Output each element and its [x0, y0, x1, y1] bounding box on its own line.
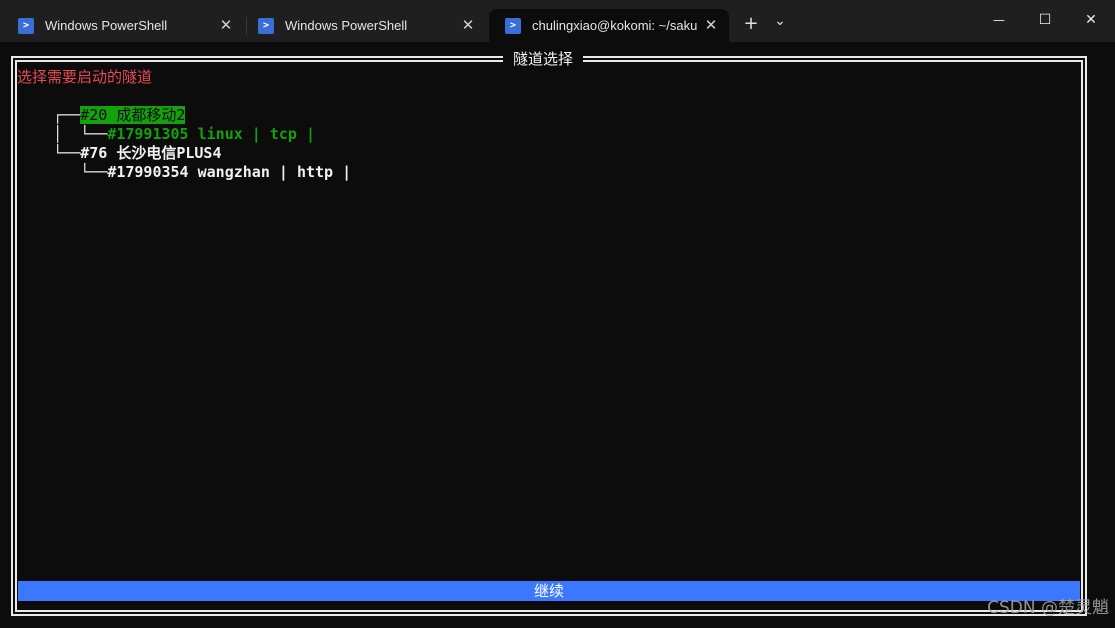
powershell-icon: >: [258, 17, 274, 34]
close-tab-icon[interactable]: ✕: [460, 17, 476, 33]
tab-title: chulingxiao@kokomi: ~/sakur: [532, 18, 697, 33]
minimize-button[interactable]: —: [976, 0, 1022, 40]
tab-dropdown-button[interactable]: ⌄: [770, 10, 790, 32]
dialog-prompt: 选择需要启动的隧道: [17, 68, 153, 86]
tunnel-entry[interactable]: #17990354 wangzhan | http |: [107, 163, 351, 181]
tree-branch: └─: [80, 163, 99, 181]
new-tab-button[interactable]: +: [740, 13, 762, 35]
continue-button[interactable]: 继续: [18, 581, 1080, 601]
tab-bar: > Windows PowerShell ✕ > Windows PowerSh…: [0, 0, 1115, 42]
dialog-title: 隧道选择: [503, 48, 584, 69]
powershell-icon: >: [505, 17, 521, 34]
powershell-icon: >: [18, 17, 34, 34]
tab-title: Windows PowerShell: [45, 18, 168, 33]
maximize-button[interactable]: ☐: [1022, 0, 1068, 40]
close-tab-icon[interactable]: ✕: [218, 17, 234, 33]
tree-child-1[interactable]: │ └──#17991305 linux | tcp |: [17, 106, 315, 143]
tab-chulingxiao[interactable]: > chulingxiao@kokomi: ~/sakur ✕: [489, 9, 729, 42]
tree-node-2[interactable]: └──#76 长沙电信PLUS4: [17, 125, 221, 162]
watermark: CSDN @楚灵魈: [987, 598, 1109, 618]
tree-child-2[interactable]: └──#17990354 wangzhan | http |: [17, 144, 351, 181]
tab-powershell-2[interactable]: > Windows PowerShell ✕: [242, 9, 486, 42]
close-tab-icon[interactable]: ✕: [703, 17, 719, 33]
tab-title: Windows PowerShell: [285, 18, 408, 33]
close-window-button[interactable]: ✕: [1068, 0, 1114, 40]
tree-node-1[interactable]: ┌──#20 成都移动2: [17, 87, 186, 124]
terminal-area[interactable]: 隧道选择 选择需要启动的隧道 ┌──#20 成都移动2 │ └──#179913…: [0, 42, 1115, 628]
tab-powershell-1[interactable]: > Windows PowerShell ✕: [2, 9, 244, 42]
